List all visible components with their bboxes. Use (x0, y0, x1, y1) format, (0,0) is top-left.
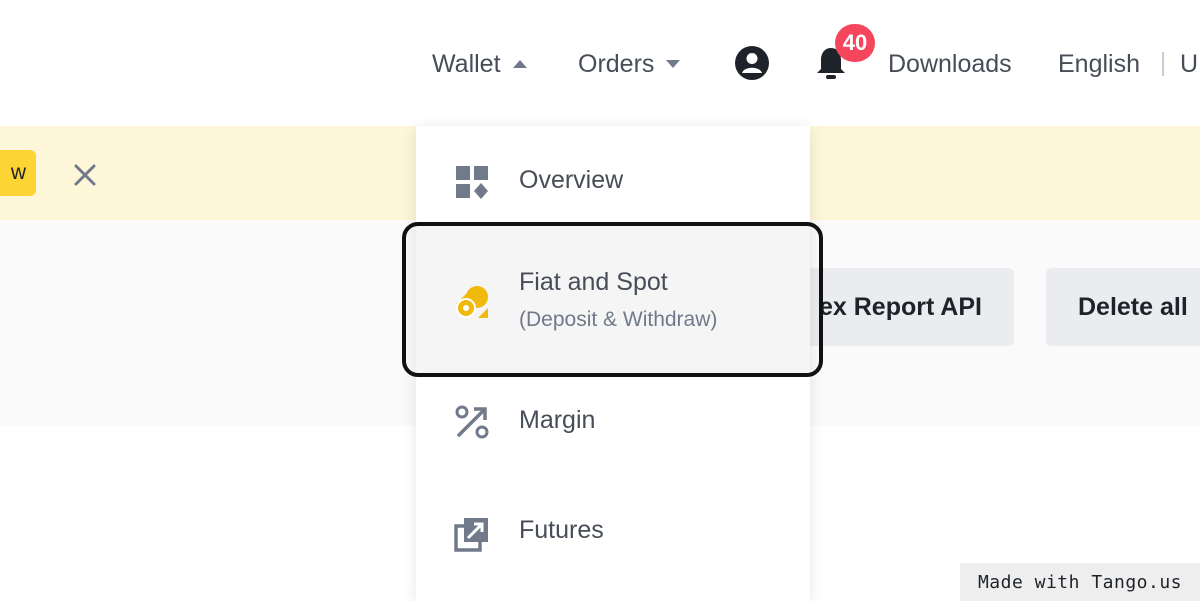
user-account-icon[interactable] (734, 45, 770, 81)
nav-divider (1162, 52, 1164, 76)
nav-language-selector[interactable]: English (1058, 44, 1140, 84)
nav-orders-menu[interactable]: Orders (578, 44, 681, 84)
nav-wallet-menu[interactable]: Wallet (432, 44, 527, 84)
futures-chart-icon (454, 518, 488, 552)
fiat-spot-coin-icon (456, 286, 488, 318)
menu-item-label: Fiat and Spot (519, 268, 668, 296)
margin-percent-icon (455, 405, 489, 439)
tango-watermark: Made with Tango.us (960, 563, 1200, 601)
report-api-button[interactable]: ex Report API (780, 268, 1014, 346)
notification-count-badge: 40 (835, 24, 875, 62)
banner-action-button[interactable]: w (0, 150, 36, 196)
caret-up-icon (512, 60, 527, 68)
nav-currency-selector[interactable]: U (1180, 44, 1198, 84)
menu-item-label: Overview (519, 166, 624, 194)
menu-item-sublabel: (Deposit & Withdraw) (519, 308, 718, 331)
nav-wallet-label: Wallet (432, 49, 501, 78)
nav-orders-label: Orders (578, 49, 655, 78)
caret-down-icon (666, 60, 681, 68)
menu-item-label: Margin (519, 406, 596, 434)
close-icon[interactable] (72, 162, 98, 188)
delete-all-button[interactable]: Delete all (1046, 268, 1200, 346)
menu-item-overview[interactable]: Overview (416, 126, 810, 238)
top-navigation: Wallet Orders 40 Downloads English U (0, 0, 1200, 126)
menu-item-margin[interactable]: Margin (416, 366, 810, 478)
menu-item-fiat-and-spot[interactable]: Fiat and Spot (Deposit & Withdraw) (416, 224, 810, 374)
menu-item-label: Futures (519, 516, 604, 544)
overview-grid-icon (456, 166, 488, 199)
menu-item-futures[interactable]: Futures (416, 476, 810, 588)
nav-downloads-link[interactable]: Downloads (888, 44, 1012, 84)
